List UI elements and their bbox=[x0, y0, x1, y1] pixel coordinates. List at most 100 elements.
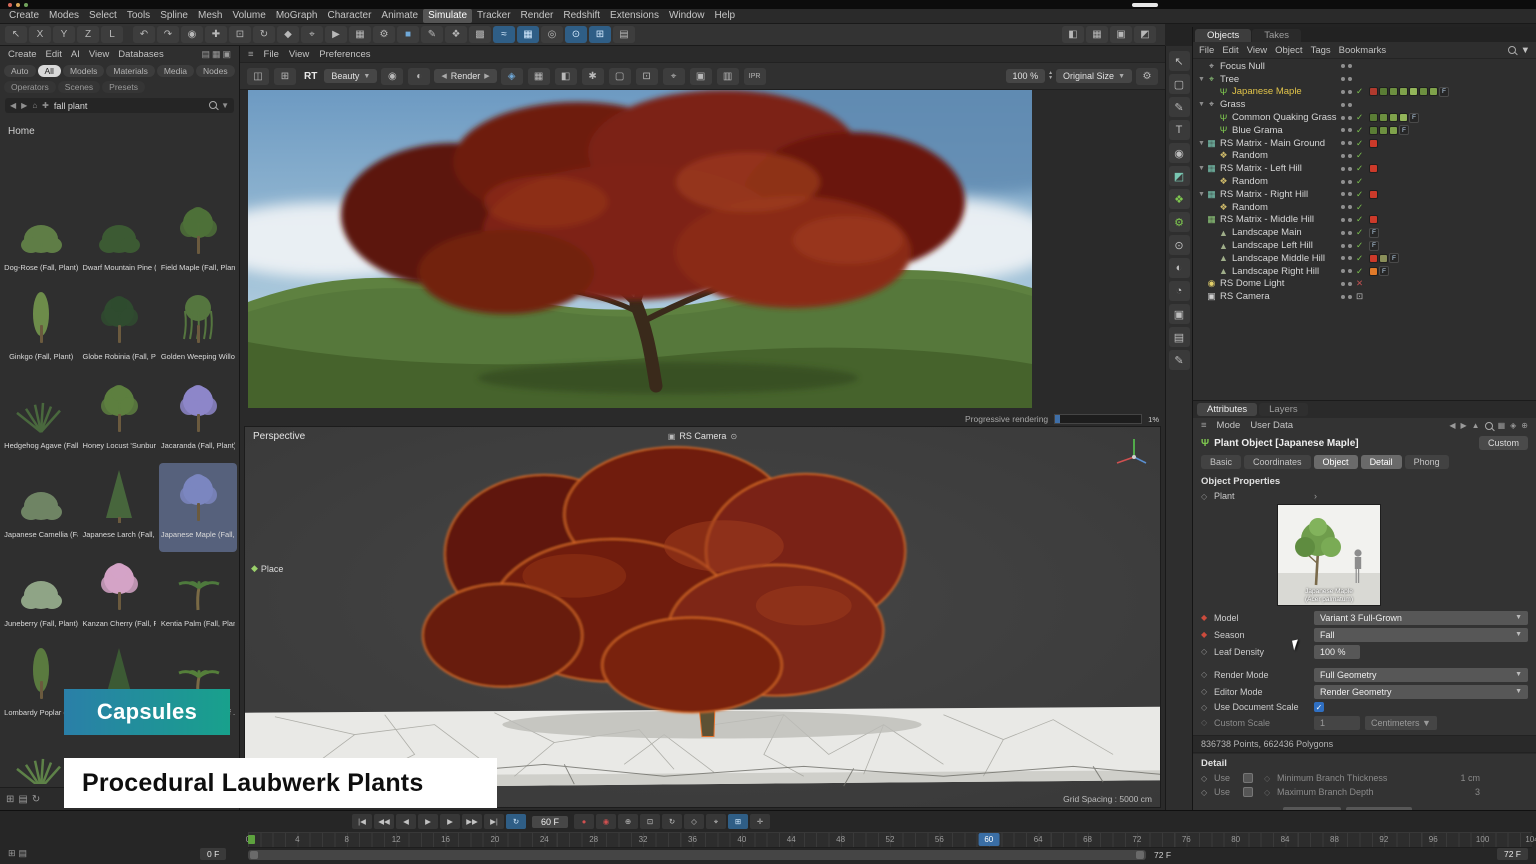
visibility-dots[interactable] bbox=[1341, 295, 1352, 299]
asset-ginkgo-fall-plant[interactable]: Ginkgo (Fall, Plant) bbox=[2, 285, 80, 374]
plant-preview[interactable]: Japanese Maple (Acer palmatum) bbox=[1277, 504, 1381, 606]
render-visibility-dot[interactable] bbox=[1348, 269, 1352, 273]
nav-up-icon[interactable]: ▲ bbox=[1472, 421, 1480, 430]
window-minimize-icon[interactable] bbox=[16, 3, 20, 7]
object-row-focus-null[interactable]: ⌖Focus Null bbox=[1193, 60, 1536, 73]
add-folder-icon[interactable]: ⊞ bbox=[6, 794, 14, 805]
snowflake-icon[interactable]: ✱ bbox=[582, 68, 604, 85]
zoom-fit-icon[interactable]: ⌖ bbox=[663, 68, 685, 85]
enabled-check-icon[interactable]: ✓ bbox=[1356, 163, 1363, 174]
menu-tracker[interactable]: Tracker bbox=[472, 9, 516, 23]
menu-mesh[interactable]: Mesh bbox=[193, 9, 227, 23]
size-dropdown[interactable]: Original Size▼ bbox=[1056, 69, 1132, 83]
render-visibility-dot[interactable] bbox=[1348, 192, 1352, 196]
camera-tool-icon[interactable]: ▣ bbox=[1169, 304, 1190, 324]
volume-icon[interactable]: ▩ bbox=[469, 26, 491, 43]
material-tag[interactable] bbox=[1369, 267, 1378, 276]
snapshot-icon[interactable]: ⊞ bbox=[274, 68, 296, 85]
filter-operators[interactable]: Operators bbox=[4, 81, 56, 93]
menu-tools[interactable]: Tools bbox=[122, 9, 155, 23]
editor-visibility-dot[interactable] bbox=[1341, 64, 1345, 68]
ipr-icon[interactable]: IPR bbox=[744, 68, 766, 85]
enabled-check-icon[interactable]: ✓ bbox=[1356, 138, 1363, 149]
material-tag[interactable] bbox=[1369, 215, 1378, 224]
object-row-random[interactable]: ❖Random✓ bbox=[1193, 150, 1536, 163]
menu-animate[interactable]: Animate bbox=[376, 9, 423, 23]
object-row-rs-matrix-main-ground[interactable]: ▼▦RS Matrix - Main Ground✓ bbox=[1193, 137, 1536, 150]
editor-visibility-dot[interactable] bbox=[1341, 154, 1345, 158]
range-handle-right[interactable] bbox=[1136, 851, 1144, 859]
visibility-dots[interactable] bbox=[1341, 218, 1352, 222]
visibility-dots[interactable] bbox=[1341, 154, 1352, 158]
window-close-icon[interactable] bbox=[8, 3, 12, 7]
ab-menu-databases[interactable]: Databases bbox=[118, 49, 163, 60]
search-icon[interactable] bbox=[1485, 422, 1493, 430]
filter-auto[interactable]: Auto bbox=[4, 65, 36, 77]
ab-menu-view[interactable]: View bbox=[89, 49, 109, 60]
asset-globe-robinia-fall-pl[interactable]: Globe Robinia (Fall, Pl... bbox=[80, 285, 158, 374]
material-tag[interactable] bbox=[1389, 126, 1398, 135]
menu-spline[interactable]: Spline bbox=[155, 9, 193, 23]
asset-kentia-palm-fall-plant[interactable]: Kentia Palm (Fall, Plant) bbox=[159, 552, 237, 641]
object-row-landscape-right-hill[interactable]: ▲Landscape Right Hill✓F bbox=[1193, 265, 1536, 278]
scale-icon[interactable]: ⊡ bbox=[229, 26, 251, 43]
key-position-button[interactable]: ⊕ bbox=[618, 814, 638, 829]
visibility-dots[interactable] bbox=[1341, 180, 1352, 184]
live-selection-icon[interactable]: ◉ bbox=[181, 26, 203, 43]
object-row-random[interactable]: ❖Random✓ bbox=[1193, 201, 1536, 214]
next-frame-button[interactable]: ▶ bbox=[440, 814, 460, 829]
sim-settings-icon[interactable]: ⚙ bbox=[1169, 212, 1190, 232]
filter-scenes[interactable]: Scenes bbox=[58, 81, 100, 93]
timeline-layout-icon[interactable]: ⊞ bbox=[8, 848, 16, 859]
collapse-icon[interactable]: ▼ bbox=[1197, 101, 1206, 108]
rotate-icon[interactable]: ↻ bbox=[253, 26, 275, 43]
object-row-rs-matrix-middle-hill[interactable]: ▦RS Matrix - Middle Hill✓ bbox=[1193, 214, 1536, 227]
editor-visibility-dot[interactable] bbox=[1341, 116, 1345, 120]
collapse-icon[interactable]: ▼ bbox=[1197, 76, 1206, 83]
filter-icon[interactable]: ▼ bbox=[221, 101, 229, 110]
asset-search-bar[interactable]: ◀ ▶ ⌂ ✚ fall plant ▼ bbox=[5, 98, 234, 113]
visibility-dots[interactable] bbox=[1341, 128, 1352, 132]
custom-button[interactable]: Custom bbox=[1479, 436, 1528, 450]
material-tag[interactable] bbox=[1379, 113, 1388, 122]
back-icon[interactable]: ◀ bbox=[10, 101, 16, 110]
menu-render[interactable]: Render bbox=[516, 9, 559, 23]
render-visibility-dot[interactable] bbox=[1348, 295, 1352, 299]
snap-icon[interactable]: ⊙ bbox=[565, 26, 587, 43]
asset-jacaranda-fall-plant[interactable]: Jacaranda (Fall, Plant) bbox=[159, 374, 237, 463]
fracture-tag[interactable]: F bbox=[1369, 241, 1379, 251]
timeline-options-icon[interactable]: ▤ bbox=[19, 848, 28, 859]
object-row-landscape-main[interactable]: ▲Landscape Main✓F bbox=[1193, 226, 1536, 239]
range-handle-left[interactable] bbox=[250, 851, 258, 859]
material-tag[interactable] bbox=[1409, 87, 1418, 96]
material-tag[interactable] bbox=[1369, 87, 1378, 96]
timeline-scrollbar[interactable] bbox=[248, 850, 1146, 860]
object-row-tree[interactable]: ▼⌖Tree bbox=[1193, 73, 1536, 86]
enabled-check-icon[interactable]: ✓ bbox=[1356, 150, 1363, 161]
visibility-dots[interactable] bbox=[1341, 244, 1352, 248]
visibility-dots[interactable] bbox=[1341, 64, 1352, 68]
editor-visibility-dot[interactable] bbox=[1341, 256, 1345, 260]
visibility-dots[interactable] bbox=[1341, 192, 1352, 196]
loop-button[interactable]: ↻ bbox=[506, 814, 526, 829]
panel-info-icon[interactable]: ▣ bbox=[222, 49, 231, 60]
visibility-dots[interactable] bbox=[1341, 90, 1352, 94]
start-frame-field[interactable]: 0 F bbox=[200, 848, 226, 860]
visibility-dots[interactable] bbox=[1341, 167, 1352, 171]
om-tab-objects[interactable]: Objects bbox=[1195, 29, 1251, 42]
filter-materials[interactable]: Materials bbox=[106, 65, 154, 77]
editor-visibility-dot[interactable] bbox=[1341, 282, 1345, 286]
panel-tab-attributes[interactable]: Attributes bbox=[1197, 403, 1257, 416]
asset-juneberry-fall-plant[interactable]: Juneberry (Fall, Plant) bbox=[2, 552, 80, 641]
editor-visibility-dot[interactable] bbox=[1341, 205, 1345, 209]
material-tag[interactable] bbox=[1399, 87, 1408, 96]
ab-menu-edit[interactable]: Edit bbox=[46, 49, 62, 60]
attributes-burger-icon[interactable]: ≡ bbox=[1201, 420, 1207, 431]
region-icon[interactable]: ▢ bbox=[609, 68, 631, 85]
render-visibility-dot[interactable] bbox=[1348, 218, 1352, 222]
crop-icon[interactable]: ⊡ bbox=[636, 68, 658, 85]
axis-lock-l[interactable]: L bbox=[101, 26, 123, 43]
object-row-rs-dome-light[interactable]: ◉RS Dome Light✕ bbox=[1193, 278, 1536, 291]
lock-icon[interactable]: ◈ bbox=[1510, 421, 1516, 430]
object-row-blue-grama[interactable]: ΨBlue Grama✓F bbox=[1193, 124, 1536, 137]
